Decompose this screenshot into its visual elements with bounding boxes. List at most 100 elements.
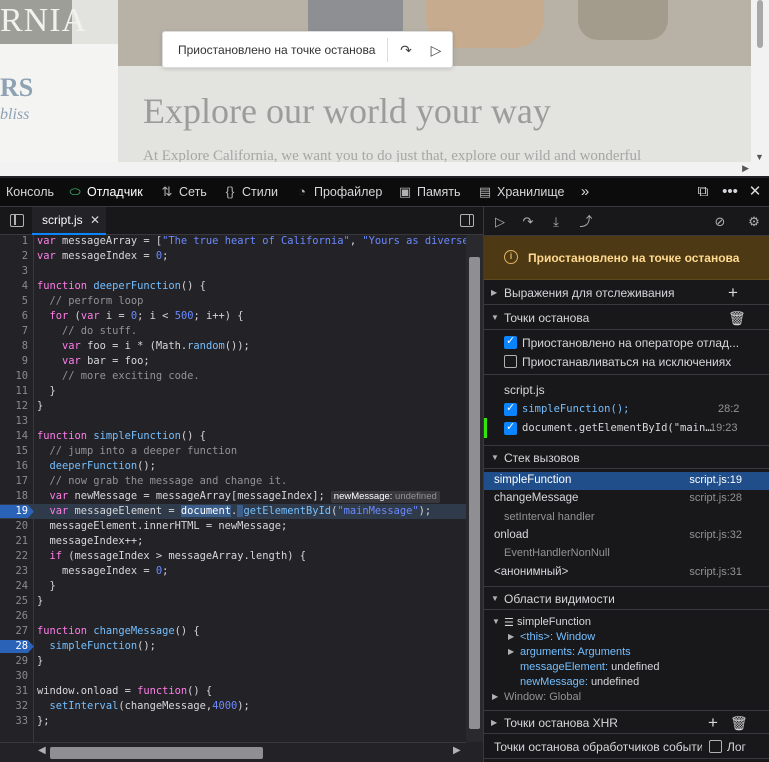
scope-message-element[interactable]: messageElement: undefined bbox=[520, 661, 659, 673]
callstack-frame[interactable]: onload script.js:32 bbox=[484, 527, 769, 545]
line-number[interactable]: 6 bbox=[0, 309, 30, 324]
tab-memory[interactable]: ▣ Память bbox=[396, 178, 461, 206]
chevron-double-right-icon[interactable]: » bbox=[574, 178, 596, 206]
pause-on-debugger-checkbox[interactable] bbox=[504, 334, 517, 349]
code-line[interactable]: 12} bbox=[0, 399, 466, 414]
code-line[interactable]: 27 function changeMessage() { bbox=[0, 624, 466, 639]
line-number[interactable]: 18 bbox=[0, 489, 30, 504]
trash-icon[interactable]: 🗑 bbox=[730, 711, 748, 735]
tab-profiler[interactable]: ◔ Профайлер bbox=[293, 178, 382, 206]
line-number[interactable]: 7 bbox=[0, 324, 30, 339]
code-line[interactable]: 28 simpleFunction(); bbox=[0, 639, 466, 654]
line-number[interactable]: 4 bbox=[0, 279, 30, 294]
scope-this[interactable]: <this>: Window bbox=[520, 631, 595, 643]
add-icon[interactable]: + bbox=[708, 711, 718, 735]
code-line[interactable]: 8 var foo = i * (Math.random()); bbox=[0, 339, 466, 354]
collapse-icon[interactable]: ▼ bbox=[492, 617, 500, 626]
line-number[interactable]: 25 bbox=[0, 594, 30, 609]
line-number[interactable]: 9 bbox=[0, 354, 30, 369]
code-line[interactable]: 3 bbox=[0, 264, 466, 279]
code-line[interactable]: 5 // perform loop bbox=[0, 294, 466, 309]
code-line[interactable]: 6 for (var i = 0; i < 500; i++) { bbox=[0, 309, 466, 324]
source-file-tab[interactable]: script.js ✕ bbox=[32, 207, 106, 235]
scrollbar-thumb[interactable] bbox=[469, 257, 480, 729]
line-number[interactable]: 8 bbox=[0, 339, 30, 354]
line-number[interactable]: 17 bbox=[0, 474, 30, 489]
code-line[interactable]: 29} bbox=[0, 654, 466, 669]
code-line-paused[interactable]: 19 var messageElement = document. getEle… bbox=[0, 504, 466, 519]
code-line[interactable]: 15 // jump into a deeper function bbox=[0, 444, 466, 459]
step-over-icon[interactable]: ↷ bbox=[395, 39, 417, 61]
code-line[interactable]: 30 bbox=[0, 669, 466, 684]
line-number[interactable]: 33 bbox=[0, 714, 30, 729]
callstack-header[interactable]: ▼ Стек вызовов bbox=[484, 445, 769, 469]
code-line[interactable]: 9 var bar = foo; bbox=[0, 354, 466, 369]
scope-arguments[interactable]: arguments: Arguments bbox=[520, 646, 631, 658]
page-horizontal-scrollbar[interactable]: ▶ bbox=[0, 162, 751, 176]
expand-icon[interactable]: ▶ bbox=[508, 632, 514, 641]
code-line[interactable]: 22 if (messageIndex > messageArray.lengt… bbox=[0, 549, 466, 564]
code-line[interactable]: 13 bbox=[0, 414, 466, 429]
scopes-header[interactable]: ▼ Области видимости bbox=[484, 586, 769, 610]
site-logo[interactable]: RNIA bbox=[0, 0, 86, 44]
resume-icon[interactable]: ▷ bbox=[490, 212, 510, 232]
line-number[interactable]: 23 bbox=[0, 564, 30, 579]
line-number[interactable]: 5 bbox=[0, 294, 30, 309]
line-number[interactable]: 2 bbox=[0, 249, 30, 264]
tab-debugger[interactable]: ⬭ Отладчик bbox=[66, 178, 142, 206]
close-tab-icon[interactable]: ✕ bbox=[90, 207, 100, 233]
line-number[interactable]: 26 bbox=[0, 609, 30, 624]
line-number[interactable]: 12 bbox=[0, 399, 30, 414]
line-number[interactable]: 10 bbox=[0, 369, 30, 384]
breakpoints-header[interactable]: ▼ Точки останова 🗑 bbox=[484, 306, 769, 330]
code-line[interactable]: 23 messageIndex = 0; bbox=[0, 564, 466, 579]
code-line[interactable]: 1 var messageArray = ["The true heart of … bbox=[0, 235, 466, 249]
meatball-menu-icon[interactable]: ••• bbox=[719, 178, 741, 206]
step-in-icon[interactable]: ⤓ bbox=[546, 212, 566, 232]
code-line[interactable]: 18 var newMessage = messageArray[message… bbox=[0, 489, 466, 504]
scroll-left-icon[interactable]: ◀ bbox=[38, 745, 46, 756]
line-number[interactable]: 19 bbox=[0, 504, 30, 519]
code-editor[interactable]: 1 var messageArray = ["The true heart of … bbox=[0, 235, 466, 742]
code-line[interactable]: 7 // do stuff. bbox=[0, 324, 466, 339]
code-line[interactable]: 17 // now grab the message and change it… bbox=[0, 474, 466, 489]
event-log-checkbox[interactable] bbox=[709, 740, 722, 753]
tab-console[interactable]: Консоль bbox=[6, 178, 54, 206]
scope-new-message[interactable]: newMessage: undefined bbox=[520, 676, 639, 688]
step-out-icon[interactable]: ⤴ bbox=[576, 212, 596, 232]
code-line[interactable]: 4 function deeperFunction() { bbox=[0, 279, 466, 294]
code-line[interactable]: 16 deeperFunction(); bbox=[0, 459, 466, 474]
trash-icon[interactable]: 🗑 bbox=[728, 306, 746, 330]
code-line[interactable]: 14 function simpleFunction() { bbox=[0, 429, 466, 444]
callstack-frame[interactable]: <анонимный> script.js:31 bbox=[484, 564, 769, 582]
responsive-design-icon[interactable]: ⧉ bbox=[692, 178, 714, 206]
watch-expressions-header[interactable]: ▶ Выражения для отслеживания + bbox=[484, 281, 769, 305]
play-icon[interactable]: ▷ bbox=[425, 39, 447, 61]
line-number[interactable]: 21 bbox=[0, 534, 30, 549]
code-line[interactable]: 21 messageIndex++; bbox=[0, 534, 466, 549]
tab-network[interactable]: ⇅ Сеть bbox=[158, 178, 207, 206]
line-number[interactable]: 29 bbox=[0, 654, 30, 669]
breakpoint-checkbox[interactable] bbox=[504, 401, 517, 416]
line-number[interactable]: 14 bbox=[0, 429, 30, 444]
breakpoint-checkbox[interactable] bbox=[504, 420, 517, 435]
editor-horizontal-scrollbar[interactable]: ◀ ▶ bbox=[0, 742, 466, 762]
scope-window[interactable]: Window: Global bbox=[504, 691, 581, 703]
expand-icon[interactable]: ▶ bbox=[508, 647, 514, 656]
code-line[interactable]: 2 var messageIndex = 0; bbox=[0, 249, 466, 264]
toggle-sources-pane-icon[interactable] bbox=[10, 214, 24, 227]
line-number[interactable]: 11 bbox=[0, 384, 30, 399]
xhr-breakpoints-header[interactable]: ▶ Точки останова XHR + 🗑 bbox=[484, 710, 769, 734]
scrollbar-thumb[interactable] bbox=[757, 0, 763, 48]
breakpoint-text[interactable]: document.getElementById("main… bbox=[522, 422, 712, 434]
line-number[interactable]: 16 bbox=[0, 459, 30, 474]
code-line[interactable]: 11 } bbox=[0, 384, 466, 399]
code-line[interactable]: 26 bbox=[0, 609, 466, 624]
tab-style-editor[interactable]: {} Стили bbox=[221, 178, 278, 206]
add-icon[interactable]: + bbox=[728, 281, 738, 305]
editor-vertical-scrollbar[interactable] bbox=[466, 235, 483, 742]
scroll-right-icon[interactable]: ▶ bbox=[742, 163, 749, 174]
scroll-down-icon[interactable]: ▼ bbox=[755, 152, 764, 162]
code-line[interactable]: 33}; bbox=[0, 714, 466, 729]
tab-storage[interactable]: ▤ Хранилище bbox=[476, 178, 565, 206]
